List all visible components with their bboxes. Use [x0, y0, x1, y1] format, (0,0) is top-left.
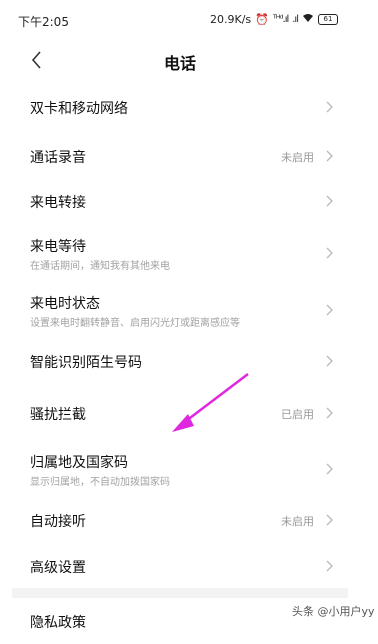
settings-row-label: 归属地及国家码: [30, 455, 128, 471]
settings-row-label: 智能识别陌生号码: [30, 355, 142, 371]
settings-row-label: 来电时状态: [30, 296, 100, 312]
chevron-right-icon: [326, 514, 333, 526]
settings-row[interactable]: 高级设置: [12, 544, 348, 588]
wifi-icon: [302, 13, 314, 26]
settings-row-label: 来电等待: [30, 239, 86, 255]
settings-row-status: 未启用: [281, 515, 314, 528]
settings-row-description: 显示归属地，不自动加拨国家码: [30, 477, 170, 488]
settings-row[interactable]: 自动接听 未启用: [12, 496, 348, 544]
right-margin: [348, 0, 378, 627]
settings-row-status: 未启用: [281, 151, 314, 164]
settings-row-label: 骚扰拦截: [30, 407, 86, 423]
chevron-right-icon: [326, 101, 333, 113]
signal-icon-sim2: .ıl: [292, 14, 299, 25]
chevron-right-icon: [326, 463, 333, 475]
phone-screen: 下午2:05 20.9K/s ⏰ ᵀᴴᵈ.ıl .ıl 61 电话 双卡和移动网…: [12, 0, 348, 631]
settings-row-description: 设置来电时翻转静音、启用闪光灯或距离感应等: [30, 318, 240, 329]
settings-row-label: 自动接听: [30, 514, 86, 530]
chevron-right-icon: [326, 195, 333, 207]
settings-row-label: 高级设置: [30, 560, 86, 576]
page-title: 电话: [163, 54, 196, 73]
settings-row-description: 在通话期间，通知我有其他来电: [30, 261, 170, 272]
title-bar: 电话: [12, 40, 348, 80]
signal-icon-sim1: ᵀᴴᵈ.ıl: [272, 14, 289, 25]
battery-icon: 61: [318, 14, 338, 25]
chevron-right-icon: [326, 355, 333, 367]
settings-row[interactable]: 来电转接: [12, 179, 348, 223]
network-speed: 20.9K/s: [210, 13, 252, 26]
section-separator: [12, 588, 348, 598]
settings-row-label: 通话录音: [30, 150, 86, 166]
settings-row-status: 已启用: [281, 408, 314, 421]
watermark: 头条 @小用户yy: [292, 605, 375, 618]
settings-row[interactable]: 归属地及国家码显示归属地，不自动加拨国家码: [12, 442, 348, 496]
status-icons: 20.9K/s ⏰ ᵀᴴᵈ.ıl .ıl 61: [210, 13, 338, 26]
settings-row[interactable]: 通话录音 未启用: [12, 133, 348, 179]
settings-row[interactable]: 来电等待在通话期间，通知我有其他来电: [12, 223, 348, 282]
annotation-arrow: [172, 373, 249, 432]
settings-row-label: 隐私政策: [30, 615, 86, 631]
chevron-right-icon: [326, 247, 333, 259]
chevron-right-icon: [326, 407, 333, 419]
settings-row[interactable]: 来电时状态设置来电时翻转静音、启用闪光灯或距离感应等: [12, 282, 348, 338]
status-bar: 下午2:05 20.9K/s ⏰ ᵀᴴᵈ.ıl .ıl 61: [12, 0, 348, 40]
settings-row-label: 双卡和移动网络: [30, 101, 128, 117]
settings-row[interactable]: 双卡和移动网络: [12, 80, 348, 133]
chevron-right-icon: [326, 560, 333, 572]
settings-list: 双卡和移动网络 通话录音 未启用 来电转接 来电等待 在通话期间，通知我有其他来电 来电时状…: [12, 80, 348, 644]
status-time: 下午2:05: [18, 15, 69, 29]
chevron-right-icon: [326, 150, 333, 162]
alarm-icon: ⏰: [255, 13, 269, 26]
settings-row-label: 来电转接: [30, 195, 86, 211]
chevron-right-icon: [326, 304, 333, 316]
